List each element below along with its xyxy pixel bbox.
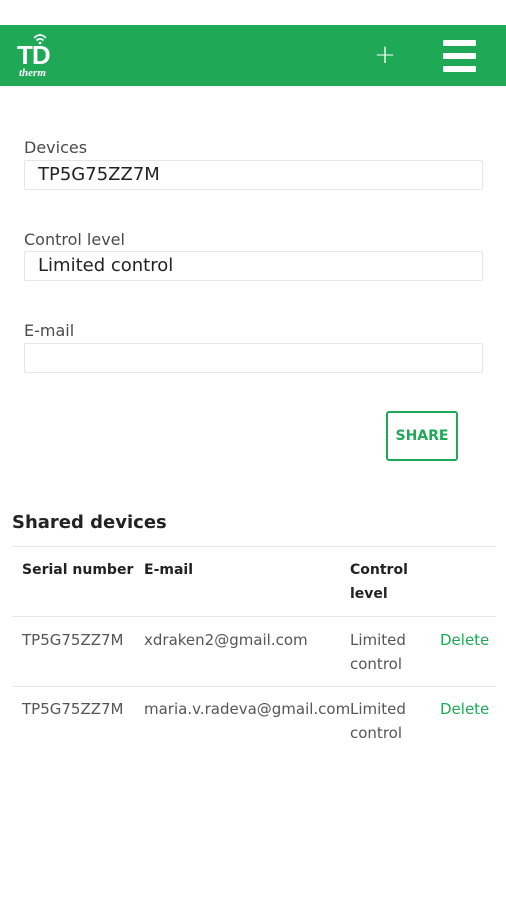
email-field[interactable]	[24, 343, 483, 373]
column-header-serial: Serial number	[22, 562, 134, 578]
control-level-select[interactable]: Limited control	[24, 251, 483, 281]
serial-number-cell: TP5G75ZZ7M	[22, 700, 124, 718]
email-label: E-mail	[24, 321, 75, 340]
divider	[12, 686, 496, 687]
logo-subtext: therm	[19, 67, 46, 79]
control-level-cell: control	[350, 655, 402, 673]
divider	[12, 546, 496, 547]
column-header-email: E-mail	[144, 562, 194, 578]
control-level-cell: control	[350, 724, 402, 742]
share-button[interactable]: SHARE	[386, 411, 458, 461]
delete-link[interactable]: Delete	[440, 697, 489, 721]
logo-text: TD	[17, 40, 51, 70]
tdtherm-logo[interactable]: TD therm	[17, 33, 63, 81]
serial-number-cell: TP5G75ZZ7M	[22, 631, 124, 649]
control-level-cell: Limited	[350, 631, 406, 649]
email-cell: xdraken2@gmail.com	[144, 631, 308, 649]
shared-devices-title: Shared devices	[12, 512, 167, 533]
top-app-bar: TD therm +	[0, 25, 506, 86]
control-level-cell: Limited	[350, 700, 406, 718]
add-icon[interactable]: +	[372, 42, 398, 69]
hamburger-menu-icon[interactable]	[443, 40, 476, 72]
control-level-label: Control level	[24, 230, 125, 249]
column-header-control: Control	[350, 562, 408, 578]
devices-select[interactable]: TP5G75ZZ7M	[24, 160, 483, 190]
delete-link[interactable]: Delete	[440, 628, 489, 652]
devices-label: Devices	[24, 138, 88, 157]
email-cell: maria.v.radeva@gmail.com	[144, 700, 351, 718]
divider	[12, 616, 496, 617]
column-header-control: level	[350, 586, 388, 602]
